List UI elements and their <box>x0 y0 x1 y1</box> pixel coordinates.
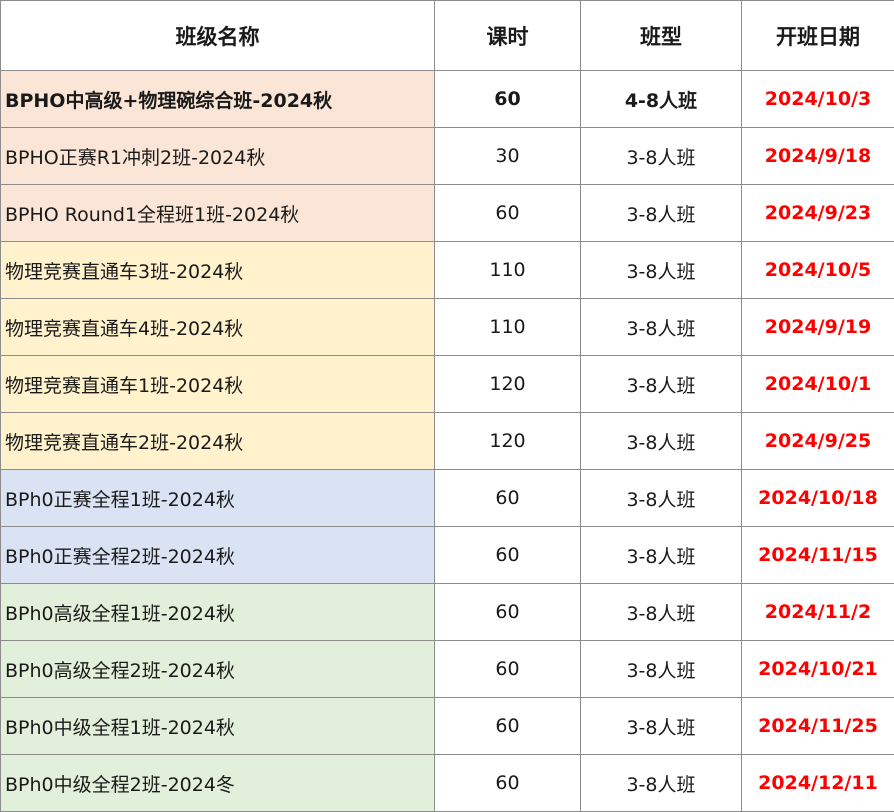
cell-class-name: 物理竞赛直通车3班-2024秋 <box>0 241 435 299</box>
cell-class-name: BPh0高级全程2班-2024秋 <box>0 640 435 698</box>
cell-class-type: 3-8人班 <box>580 583 742 641</box>
cell-class-type: 4-8人班 <box>580 70 742 128</box>
cell-start-date: 2024/11/15 <box>741 526 894 584</box>
cell-class-type: 3-8人班 <box>580 184 742 242</box>
cell-start-date: 2024/11/2 <box>741 583 894 641</box>
cell-hours: 120 <box>434 355 581 413</box>
cell-class-type: 3-8人班 <box>580 355 742 413</box>
cell-start-date: 2024/9/18 <box>741 127 894 185</box>
cell-hours: 60 <box>434 697 581 755</box>
cell-class-name: BPHO Round1全程班1班-2024秋 <box>0 184 435 242</box>
cell-start-date: 2024/10/1 <box>741 355 894 413</box>
table-row: 物理竞赛直通车1班-2024秋 120 3-8人班 2024/10/1 <box>0 355 894 413</box>
cell-class-name: BPh0高级全程1班-2024秋 <box>0 583 435 641</box>
cell-class-name: 物理竞赛直通车1班-2024秋 <box>0 355 435 413</box>
cell-start-date: 2024/10/21 <box>741 640 894 698</box>
cell-start-date: 2024/9/25 <box>741 412 894 470</box>
cell-hours: 60 <box>434 70 581 128</box>
cell-class-name: 物理竞赛直通车4班-2024秋 <box>0 298 435 356</box>
cell-start-date: 2024/10/3 <box>741 70 894 128</box>
cell-class-name: BPh0正赛全程1班-2024秋 <box>0 469 435 527</box>
cell-class-name: BPh0中级全程2班-2024冬 <box>0 754 435 812</box>
cell-start-date: 2024/12/11 <box>741 754 894 812</box>
cell-hours: 60 <box>434 640 581 698</box>
header-class-name: 班级名称 <box>0 0 435 71</box>
cell-class-type: 3-8人班 <box>580 412 742 470</box>
cell-start-date: 2024/9/19 <box>741 298 894 356</box>
cell-hours: 110 <box>434 298 581 356</box>
cell-class-type: 3-8人班 <box>580 697 742 755</box>
cell-class-type: 3-8人班 <box>580 754 742 812</box>
cell-class-type: 3-8人班 <box>580 469 742 527</box>
table-row: 物理竞赛直通车2班-2024秋 120 3-8人班 2024/9/25 <box>0 412 894 470</box>
cell-class-name: BPHO中高级+物理碗综合班-2024秋 <box>0 70 435 128</box>
table-row: BPh0正赛全程1班-2024秋 60 3-8人班 2024/10/18 <box>0 469 894 527</box>
cell-class-name: BPh0正赛全程2班-2024秋 <box>0 526 435 584</box>
cell-hours: 60 <box>434 583 581 641</box>
table-row: BPHO Round1全程班1班-2024秋 60 3-8人班 2024/9/2… <box>0 184 894 242</box>
table-row: BPh0高级全程1班-2024秋 60 3-8人班 2024/11/2 <box>0 583 894 641</box>
table-row: BPh0中级全程1班-2024秋 60 3-8人班 2024/11/25 <box>0 697 894 755</box>
cell-hours: 120 <box>434 412 581 470</box>
cell-hours: 60 <box>434 469 581 527</box>
header-hours: 课时 <box>434 0 581 71</box>
cell-class-name: BPh0中级全程1班-2024秋 <box>0 697 435 755</box>
cell-hours: 30 <box>434 127 581 185</box>
class-schedule-table: 班级名称 课时 班型 开班日期 BPHO中高级+物理碗综合班-2024秋 60 … <box>0 0 894 812</box>
cell-hours: 60 <box>434 754 581 812</box>
table-row: BPh0高级全程2班-2024秋 60 3-8人班 2024/10/21 <box>0 640 894 698</box>
cell-hours: 110 <box>434 241 581 299</box>
table-row: BPh0中级全程2班-2024冬 60 3-8人班 2024/12/11 <box>0 754 894 812</box>
cell-class-type: 3-8人班 <box>580 526 742 584</box>
header-class-type: 班型 <box>580 0 742 71</box>
table-row: 物理竞赛直通车3班-2024秋 110 3-8人班 2024/10/5 <box>0 241 894 299</box>
cell-class-type: 3-8人班 <box>580 241 742 299</box>
cell-class-type: 3-8人班 <box>580 640 742 698</box>
header-start-date: 开班日期 <box>741 0 894 71</box>
cell-start-date: 2024/10/18 <box>741 469 894 527</box>
header-row: 班级名称 课时 班型 开班日期 <box>0 0 894 71</box>
table-row: BPHO正赛R1冲刺2班-2024秋 30 3-8人班 2024/9/18 <box>0 127 894 185</box>
cell-class-name: BPHO正赛R1冲刺2班-2024秋 <box>0 127 435 185</box>
cell-class-type: 3-8人班 <box>580 298 742 356</box>
cell-start-date: 2024/9/23 <box>741 184 894 242</box>
cell-hours: 60 <box>434 526 581 584</box>
cell-hours: 60 <box>434 184 581 242</box>
cell-start-date: 2024/11/25 <box>741 697 894 755</box>
table-row: 物理竞赛直通车4班-2024秋 110 3-8人班 2024/9/19 <box>0 298 894 356</box>
table-row: BPHO中高级+物理碗综合班-2024秋 60 4-8人班 2024/10/3 <box>0 70 894 128</box>
cell-class-name: 物理竞赛直通车2班-2024秋 <box>0 412 435 470</box>
table-row: BPh0正赛全程2班-2024秋 60 3-8人班 2024/11/15 <box>0 526 894 584</box>
cell-start-date: 2024/10/5 <box>741 241 894 299</box>
cell-class-type: 3-8人班 <box>580 127 742 185</box>
